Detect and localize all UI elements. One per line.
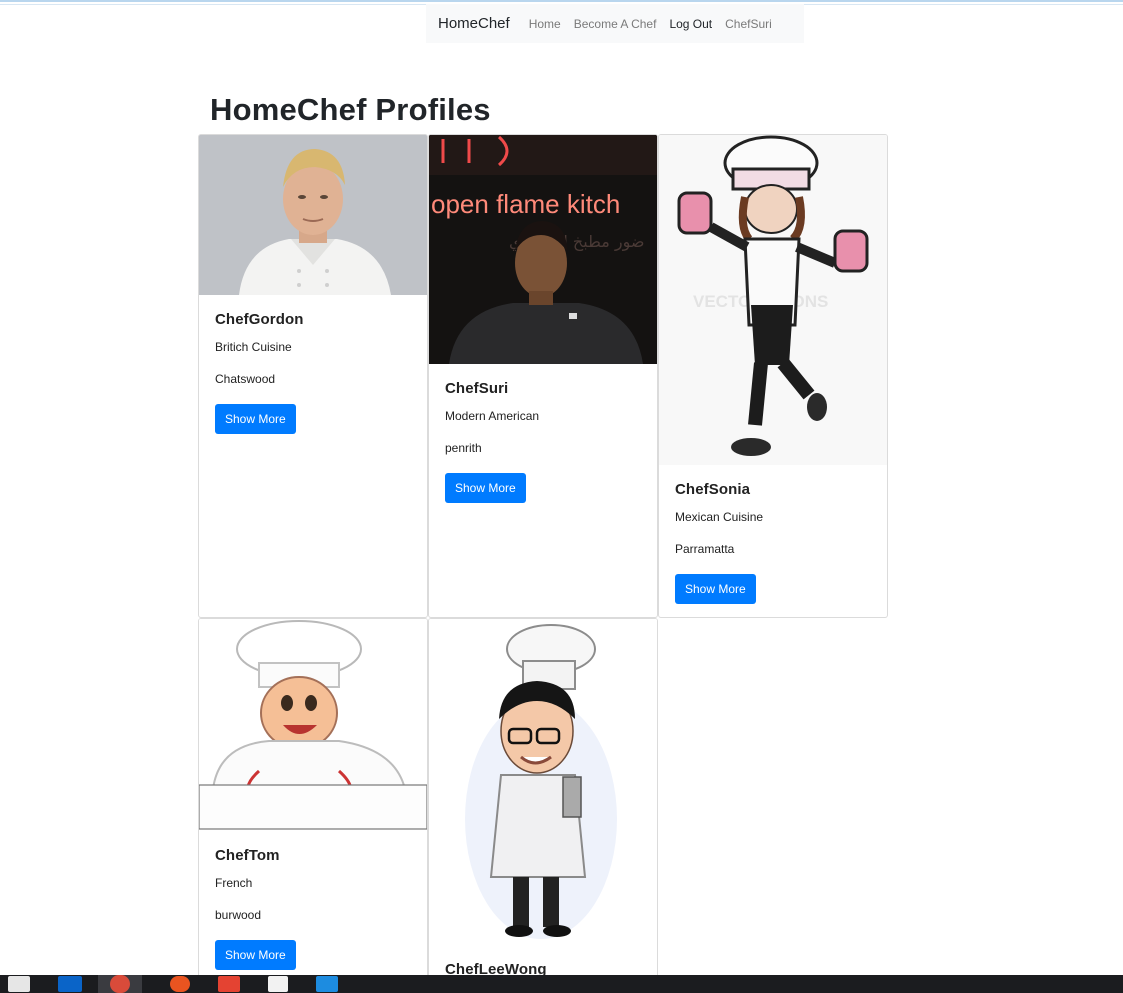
sign-text: open flame kitch [431,189,620,219]
chef-photo-gordon [199,135,427,295]
chef-card-suri: open flame kitch ضور مطبخ للمشاوي ChefSu… [428,134,658,618]
chef-location: Chatswood [215,372,276,386]
chef-name: ChefGordon [215,311,304,328]
chef-cuisine: Mexican Cuisine [675,510,764,524]
chrome-taskbar-button[interactable] [98,975,142,993]
chef-location: Parramatta [675,542,735,556]
navbar: HomeChef Home Become A Chef Log Out Chef… [426,4,804,43]
chef-card-leewong: ChefLeeWong [428,618,658,988]
show-more-button[interactable]: Show More [215,940,296,970]
chef-location: penrith [445,441,482,455]
chef-photo-tom [199,619,427,831]
app-icon-red[interactable] [218,976,240,992]
chef-photo-leewong [429,619,657,945]
mail-icon[interactable] [58,976,82,992]
show-more-button[interactable]: Show More [445,473,526,503]
nav-link-log-out[interactable]: Log Out [669,17,712,31]
os-taskbar [0,975,1123,993]
notes-icon[interactable] [268,976,288,992]
nav-link-user-profile[interactable]: ChefSuri [725,17,772,31]
chef-photo-sonia: VECTOR TOONS [659,135,887,465]
chef-cuisine: French [215,876,253,890]
browser-top-border [0,0,1123,2]
navbar-brand[interactable]: HomeChef [438,15,510,32]
chef-location: burwood [215,908,262,922]
chef-card-sonia: VECTOR TOONS ChefSonia Mexican Cuisine P… [658,134,888,618]
chef-card-tom: ChefTom French burwood Show More [198,618,428,988]
chef-name: ChefSuri [445,380,509,397]
vscode-icon[interactable] [316,976,338,992]
chef-card-gordon: ChefGordon Britich Cuisine Chatswood Sho… [198,134,428,618]
chrome-icon [110,975,130,993]
chef-photo-suri: open flame kitch ضور مطبخ للمشاوي [429,135,657,364]
chef-cuisine: Britich Cuisine [215,340,292,354]
chef-name: ChefTom [215,847,280,864]
store-icon[interactable] [8,976,30,992]
nav-link-home[interactable]: Home [529,17,561,31]
page-title: HomeChef Profiles [210,92,491,127]
nav-link-become-a-chef[interactable]: Become A Chef [574,17,657,31]
chef-cuisine: Modern American [445,409,540,423]
chef-name: ChefSonia [675,481,751,498]
show-more-button[interactable]: Show More [675,574,756,604]
ubuntu-icon[interactable] [170,976,190,992]
show-more-button[interactable]: Show More [215,404,296,434]
